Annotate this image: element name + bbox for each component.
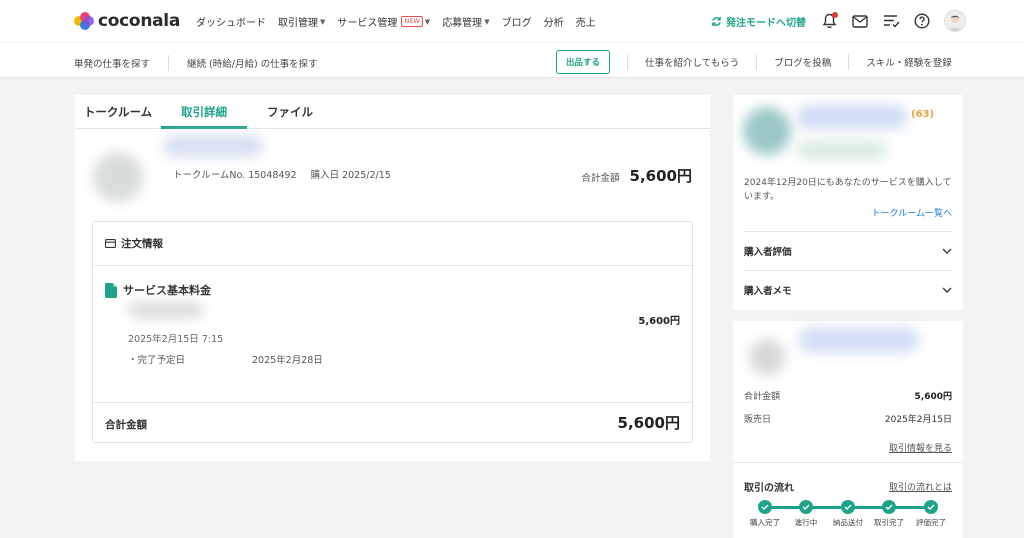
tab-bar: トークルーム 取引詳細 ファイル	[75, 95, 710, 129]
refresh-icon	[712, 16, 721, 27]
document-icon	[105, 282, 117, 298]
order-info-box: 注文情報 サービス基本料金 5,600円 2025年2月15日 7:15 ・完了…	[92, 221, 693, 443]
chevron-down-icon: ▼	[424, 17, 431, 26]
find-ongoing-jobs-link[interactable]: 継続 (時給/月給) の仕事を探す	[187, 56, 318, 70]
buyer-memo-accordion[interactable]: 購入者メモ	[744, 270, 952, 308]
order-total-row: 合計金額 5,600円	[93, 402, 692, 443]
redacted-buyer-name	[163, 135, 263, 157]
logo-mark-icon	[74, 12, 94, 30]
order-info-header: 注文情報	[93, 222, 692, 266]
service-price: 5,600円	[638, 316, 680, 327]
check-icon	[841, 500, 855, 514]
room-info: トークルームNo. 15048492 購入日 2025/2/15	[173, 167, 391, 181]
chevron-down-icon	[942, 286, 952, 293]
tab-talkroom[interactable]: トークルーム	[75, 95, 161, 128]
buyer-card: (63) 2024年12月20日にもあなたのサービスを購入しています。 トークル…	[733, 95, 963, 310]
chevron-down-icon: ▼	[320, 17, 326, 26]
due-date-row: ・完了予定日 2025年2月28日	[128, 352, 323, 366]
check-icon	[924, 500, 938, 514]
flow-step-purchased: 購入完了	[744, 500, 786, 528]
find-single-jobs-link[interactable]: 単発の仕事を探す	[74, 56, 150, 70]
due-date-label: ・完了予定日	[128, 355, 186, 366]
check-icon	[758, 500, 772, 514]
flow-step-reviewed: 評価完了	[910, 500, 952, 528]
redacted-buyer-photo	[743, 107, 791, 155]
nav-blog[interactable]: ブログ	[502, 14, 532, 29]
divider	[168, 55, 170, 71]
talkroom-list-link[interactable]: トークルーム一覧へ	[872, 206, 952, 219]
redacted-service-name	[128, 302, 203, 318]
bell-icon[interactable]	[820, 12, 838, 30]
nav-dashboard[interactable]: ダッシュボード	[196, 14, 266, 29]
transaction-info-link[interactable]: 取引情報を見る	[889, 441, 952, 454]
flow-step-in-progress: 進行中	[785, 500, 827, 528]
rating-count: (63)	[911, 109, 935, 120]
top-bar: coconala ダッシュボード 取引管理 ▼ サービス管理 NEW ▼ 応募管理 ▼ …	[0, 0, 1024, 42]
redacted-buyer-meta	[797, 141, 887, 159]
card-icon	[105, 239, 116, 248]
flow-step-delivered: 納品送付	[827, 500, 869, 528]
get-introduced-link[interactable]: 仕事を紹介してもらう	[645, 55, 739, 69]
buyer-rating-accordion[interactable]: 購入者評価	[744, 231, 952, 269]
check-icon	[799, 500, 813, 514]
new-badge: NEW	[401, 16, 423, 27]
order-total-label: 合計金額	[105, 419, 147, 431]
check-icon	[882, 500, 896, 514]
register-skills-link[interactable]: スキル・経験を登録	[866, 55, 952, 69]
repeat-purchase-message: 2024年12月20日にもあなたのサービスを購入しています。	[744, 178, 952, 202]
sub-nav-bar: 単発の仕事を探す 継続 (時給/月給) の仕事を探す 出品する 仕事を紹介しても…	[0, 42, 1024, 78]
header-icons	[820, 10, 966, 32]
purchase-date: 購入日 2025/2/15	[310, 170, 391, 181]
divider	[627, 54, 629, 70]
order-datetime: 2025年2月15日 7:15	[128, 334, 224, 345]
flow-title: 取引の流れ	[744, 483, 794, 494]
avatar[interactable]	[944, 10, 966, 32]
nav-applications[interactable]: 応募管理 ▼	[442, 14, 490, 30]
room-total: 合計金額 5,600円	[582, 165, 692, 186]
publish-button[interactable]: 出品する	[556, 50, 611, 74]
post-blog-link[interactable]: ブログを投稿	[774, 55, 831, 69]
total-label: 合計金額	[581, 173, 620, 184]
mail-icon[interactable]	[851, 12, 869, 30]
service-title: サービス基本料金	[105, 282, 211, 298]
chevron-down-icon: ▼	[484, 17, 490, 26]
tab-transaction-details[interactable]: 取引詳細	[161, 95, 247, 129]
mode-switch-link[interactable]: 発注モードへ切替	[711, 14, 806, 29]
transaction-card: トークルーム 取引詳細 ファイル トークルームNo. 15048492 購入日 …	[75, 95, 710, 461]
redacted-service-title	[799, 327, 919, 353]
help-icon[interactable]	[913, 12, 931, 30]
notification-dot	[832, 12, 838, 18]
divider	[848, 54, 850, 70]
flow-about-link[interactable]: 取引の流れとは	[889, 480, 952, 493]
summary-sale-date-row: 販売日 2025年2月15日	[744, 415, 952, 425]
room-number: トークルームNo. 15048492	[173, 170, 297, 181]
nav-analytics[interactable]: 分析	[544, 14, 564, 29]
divider	[756, 54, 758, 70]
order-total-value: 5,600円	[617, 414, 680, 432]
nav-transactions[interactable]: 取引管理 ▼	[278, 14, 326, 30]
nav-sales[interactable]: 売上	[576, 14, 596, 29]
redacted-buyer-avatar	[93, 152, 143, 202]
nav-service-management[interactable]: サービス管理 NEW ▼	[337, 14, 430, 29]
redacted-buyer-name	[797, 105, 907, 129]
sub-nav-right: 出品する 仕事を紹介してもらう ブログを投稿 スキル・経験を登録	[556, 50, 952, 74]
chevron-down-icon	[942, 247, 952, 254]
flow-step-completed: 取引完了	[868, 500, 910, 528]
service-summary-card: 合計金額 5,600円 販売日 2025年2月15日 取引情報を見る 取引の流れ…	[733, 321, 963, 538]
checklist-icon[interactable]	[882, 12, 900, 30]
logo[interactable]: coconala	[74, 11, 180, 31]
main-nav: ダッシュボード 取引管理 ▼ サービス管理 NEW ▼ 応募管理 ▼ ブログ 分析 売上	[196, 14, 596, 29]
summary-total-row: 合計金額 5,600円	[744, 392, 952, 402]
due-date-value: 2025年2月28日	[252, 355, 323, 366]
logo-text: coconala	[98, 11, 180, 31]
sub-nav-left: 単発の仕事を探す 継続 (時給/月給) の仕事を探す	[74, 55, 318, 71]
transaction-flow: 取引の流れ 取引の流れとは 購入完了 進行中 納品送付 取引完了 評価完了	[733, 462, 963, 538]
total-value: 5,600円	[629, 167, 692, 185]
tab-files[interactable]: ファイル	[247, 95, 333, 128]
redacted-service-thumbnail	[749, 339, 785, 375]
